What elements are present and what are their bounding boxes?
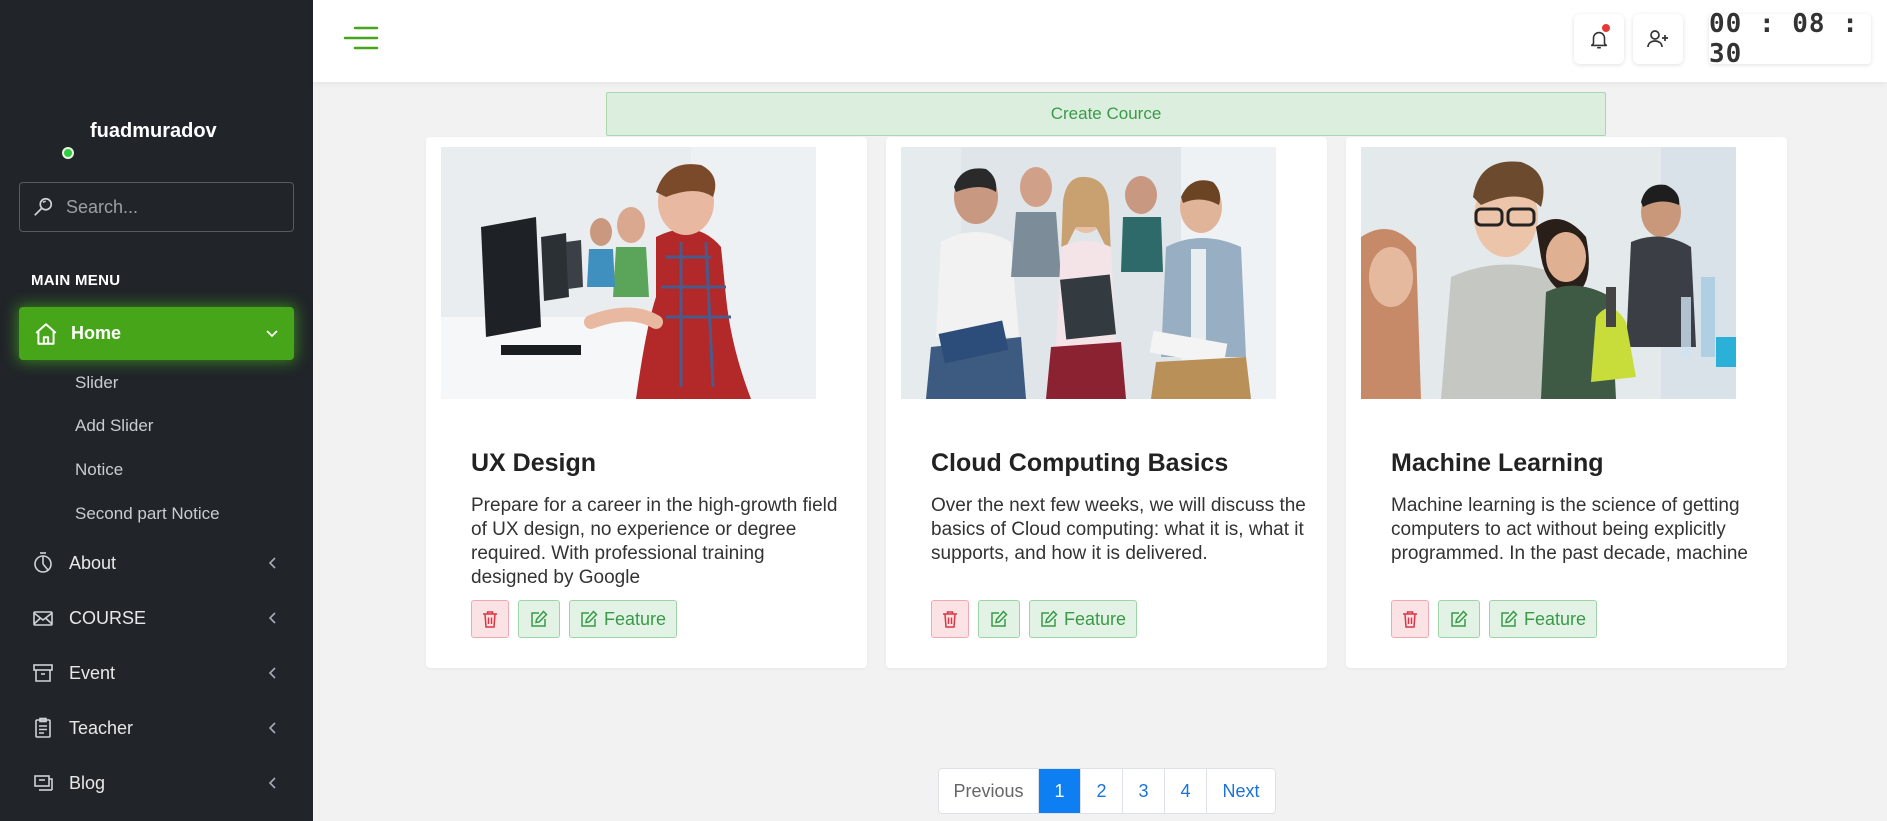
envelope-icon: [31, 606, 55, 630]
course-image: [1361, 147, 1736, 399]
sidebar-item-home[interactable]: Home: [19, 307, 294, 360]
trash-icon: [1402, 610, 1418, 628]
sidebar-item-label: Teacher: [69, 717, 134, 738]
pagination-page-4[interactable]: 4: [1164, 769, 1206, 813]
course-description: Machine learning is the science of getti…: [1391, 495, 1748, 564]
chevron-left-icon: [265, 665, 281, 681]
hamburger-icon[interactable]: [343, 25, 379, 51]
sidebar-subitem-second-part-notice[interactable]: Second part Notice: [75, 504, 220, 524]
monitor-icon: [31, 771, 55, 795]
notification-badge: [1602, 24, 1610, 32]
edit-icon: [1450, 610, 1468, 628]
sidebar: fuadmuradov MAIN MENU Home Slider Add Sl…: [0, 0, 313, 821]
sidebar-item-label: Blog: [69, 772, 106, 793]
sidebar-item-label: Event: [69, 662, 116, 683]
feature-label: Feature: [1064, 608, 1127, 629]
course-actions: Feature: [931, 600, 1138, 638]
main-menu-heading: MAIN MENU: [31, 272, 121, 289]
search-icon: [32, 196, 54, 218]
course-actions: Feature: [471, 600, 678, 638]
countdown-clock: 00 : 08 : 30: [1709, 9, 1871, 69]
course-actions: Feature: [1391, 600, 1598, 638]
edit-icon: [1500, 610, 1518, 628]
notification-button[interactable]: [1574, 14, 1624, 64]
course-title: Machine Learning: [1391, 449, 1604, 477]
delete-button[interactable]: [1391, 600, 1429, 638]
search-input[interactable]: [66, 196, 266, 218]
pagination-page-1[interactable]: 1: [1038, 769, 1080, 813]
feature-label: Feature: [1524, 608, 1587, 629]
sidebar-item-about[interactable]: About: [31, 548, 281, 578]
edit-button[interactable]: [1438, 600, 1480, 638]
course-image: [441, 147, 816, 399]
sidebar-subitem-notice[interactable]: Notice: [75, 460, 123, 480]
sidebar-item-label: About: [69, 552, 117, 573]
course-card: UX Design Prepare for a career in the hi…: [426, 137, 867, 668]
top-bar: 00 : 08 : 30: [313, 0, 1887, 82]
pie-chart-icon: [31, 551, 55, 575]
delete-button[interactable]: [931, 600, 969, 638]
username: fuadmuradov: [90, 120, 217, 142]
trash-icon: [482, 610, 498, 628]
sidebar-subitem-add-slider[interactable]: Add Slider: [75, 416, 153, 436]
add-user-button[interactable]: [1633, 14, 1683, 64]
feature-label: Feature: [604, 608, 667, 629]
pagination-previous[interactable]: Previous: [939, 769, 1038, 813]
edit-button[interactable]: [518, 600, 560, 638]
edit-icon: [1040, 610, 1058, 628]
user-plus-icon: [1646, 27, 1670, 51]
pagination-page-3[interactable]: 3: [1122, 769, 1164, 813]
course-card: Cloud Computing Basics Over the next few…: [886, 137, 1327, 668]
edit-button[interactable]: [978, 600, 1020, 638]
pagination-next[interactable]: Next: [1206, 769, 1275, 813]
sidebar-item-label: Home: [71, 323, 122, 343]
edit-icon: [580, 610, 598, 628]
feature-button[interactable]: Feature: [1029, 600, 1138, 638]
edit-icon: [990, 610, 1008, 628]
chevron-left-icon: [265, 775, 281, 791]
pagination: Previous 1 2 3 4 Next: [938, 768, 1276, 814]
feature-button[interactable]: Feature: [569, 600, 678, 638]
course-card: Machine Learning Machine learning is the…: [1346, 137, 1787, 668]
home-icon: [33, 321, 59, 347]
trash-icon: [942, 610, 958, 628]
chevron-left-icon: [265, 720, 281, 736]
create-course-button[interactable]: Create Cource: [606, 92, 1606, 136]
clipboard-icon: [31, 716, 55, 740]
sidebar-item-label: COURSE: [69, 607, 147, 628]
chevron-left-icon: [265, 610, 281, 626]
sidebar-item-blog[interactable]: Blog: [31, 768, 281, 798]
chevron-down-icon: [264, 325, 280, 341]
archive-icon: [31, 661, 55, 685]
sidebar-item-event[interactable]: Event: [31, 658, 281, 688]
sidebar-item-teacher[interactable]: Teacher: [31, 713, 281, 743]
feature-button[interactable]: Feature: [1489, 600, 1598, 638]
online-status-dot: [62, 147, 74, 159]
pagination-page-2[interactable]: 2: [1080, 769, 1122, 813]
course-description: Over the next few weeks, we will discuss…: [931, 495, 1306, 564]
course-title: Cloud Computing Basics: [931, 449, 1229, 477]
course-title: UX Design: [471, 449, 597, 477]
delete-button[interactable]: [471, 600, 509, 638]
course-description: Prepare for a career in the high-growth …: [471, 495, 838, 588]
sidebar-subitem-slider[interactable]: Slider: [75, 373, 118, 393]
sidebar-item-course[interactable]: COURSE: [31, 603, 281, 633]
course-image: [901, 147, 1276, 399]
search-box[interactable]: [19, 182, 294, 232]
chevron-left-icon: [265, 555, 281, 571]
edit-icon: [530, 610, 548, 628]
